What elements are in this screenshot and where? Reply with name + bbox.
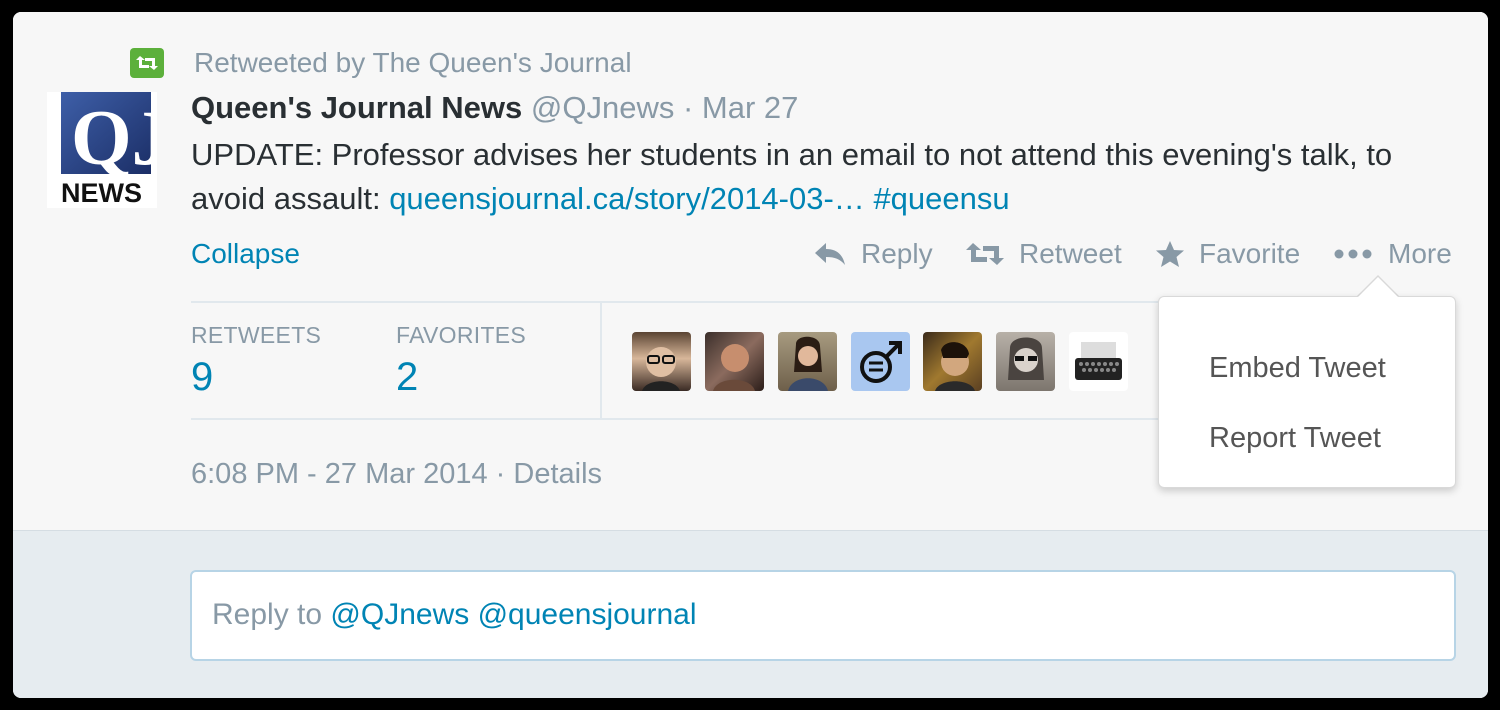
- dropdown-caret-fill: [1357, 277, 1399, 298]
- more-dots-icon: [1334, 249, 1372, 259]
- retweet-label: Retweet: [1019, 238, 1122, 269]
- favoriter-avatar[interactable]: [851, 332, 910, 391]
- collapse-link[interactable]: Collapse: [191, 238, 300, 270]
- tweet-card: Retweeted by The Queen's Journal QJ NEWS…: [13, 12, 1488, 698]
- divider-bottom: [191, 418, 1161, 420]
- retweet-icon: [966, 243, 1004, 265]
- embed-tweet-item[interactable]: Embed Tweet: [1209, 352, 1386, 385]
- tweet-username[interactable]: @QJnews: [531, 90, 674, 125]
- favoriter-avatar[interactable]: [1069, 332, 1128, 391]
- avatar[interactable]: QJ NEWS: [47, 92, 171, 208]
- favoriter-avatar[interactable]: [778, 332, 837, 391]
- favorites-count[interactable]: 2: [396, 355, 418, 400]
- tweet-timestamp: 6:08 PM - 27 Mar 2014 · Details: [191, 458, 602, 491]
- tweet-fullname[interactable]: Queen's Journal News: [191, 90, 522, 125]
- retweet-context[interactable]: Retweeted by The Queen's Journal: [194, 48, 632, 78]
- reply-action[interactable]: Reply: [813, 238, 933, 270]
- tweet-date[interactable]: Mar 27: [702, 90, 798, 125]
- more-dropdown-menu: Embed Tweet Report Tweet: [1158, 296, 1456, 488]
- header-separator: ·: [682, 90, 694, 125]
- more-action[interactable]: More: [1334, 238, 1452, 270]
- favorite-action[interactable]: Favorite: [1155, 238, 1300, 270]
- retweets-count[interactable]: 9: [191, 355, 213, 400]
- tweet-expanded: Retweeted by The Queen's Journal QJ NEWS…: [13, 12, 1488, 530]
- reply-input[interactable]: Reply to @QJnews @queensjournal: [190, 570, 1456, 661]
- divider-top: [191, 301, 1161, 303]
- reply-label: Reply: [861, 238, 933, 269]
- favoriter-avatar[interactable]: [923, 332, 982, 391]
- favoriter-avatar[interactable]: [996, 332, 1055, 391]
- timestamp-separator: ·: [495, 458, 506, 490]
- avatar-letters: QJ: [71, 94, 157, 181]
- reply-icon: [815, 243, 845, 265]
- reply-mention-queensjournal: @queensjournal: [477, 598, 697, 631]
- tweet-header: Queen's Journal News @QJnews · Mar 27: [191, 90, 798, 126]
- favorites-label[interactable]: FAVORITES: [396, 322, 526, 349]
- more-label: More: [1388, 238, 1452, 269]
- timestamp-time[interactable]: 6:08 PM - 27 Mar 2014: [191, 458, 488, 490]
- avatar-caption: NEWS: [61, 178, 142, 208]
- retweet-context-icon: [130, 48, 164, 78]
- reply-section: Reply to @QJnews @queensjournal: [13, 530, 1488, 698]
- report-tweet-item[interactable]: Report Tweet: [1209, 422, 1381, 455]
- reply-prefix: Reply to: [212, 598, 323, 631]
- tweet-link[interactable]: queensjournal.ca/story/2014-03-…: [389, 181, 865, 216]
- retweet-action[interactable]: Retweet: [965, 238, 1122, 270]
- tweet-text: UPDATE: Professor advises her students i…: [191, 133, 1431, 221]
- tweet-hashtag[interactable]: #queensu: [873, 181, 1009, 216]
- star-icon: [1156, 241, 1184, 267]
- retweets-label[interactable]: RETWEETS: [191, 322, 321, 349]
- reply-mention-qjnews: @QJnews: [330, 598, 470, 631]
- details-link[interactable]: Details: [513, 458, 602, 490]
- favorite-label: Favorite: [1199, 238, 1301, 269]
- favoriter-avatar[interactable]: [705, 332, 764, 391]
- favoriter-avatar[interactable]: [632, 332, 691, 391]
- stats-divider: [600, 302, 602, 420]
